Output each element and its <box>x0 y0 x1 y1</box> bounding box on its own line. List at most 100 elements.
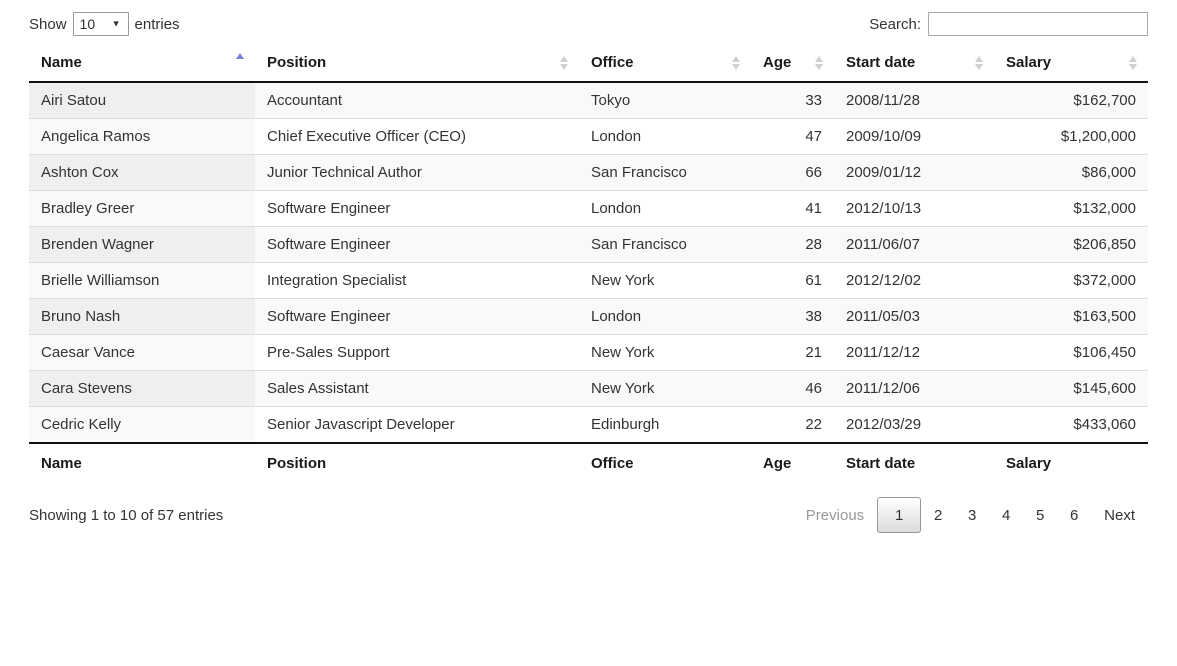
table-row[interactable]: Bradley Greer Software Engineer London 41 20… <box>29 190 1148 227</box>
cell-salary: $163,500 <box>994 298 1148 335</box>
table-row[interactable]: Angelica Ramos Chief Executive Officer (C… <box>29 118 1148 155</box>
cell-salary: $106,450 <box>994 334 1148 371</box>
cell-office: San Francisco <box>579 226 751 263</box>
cell-salary: $206,850 <box>994 226 1148 263</box>
cell-office: San Francisco <box>579 154 751 191</box>
cell-age: 22 <box>751 406 834 443</box>
sort-none-icon <box>560 56 569 70</box>
pagination-page-5[interactable]: 5 <box>1023 500 1057 530</box>
column-header-age[interactable]: Age <box>751 44 834 83</box>
cell-office: New York <box>579 370 751 407</box>
sort-none-icon <box>815 56 824 70</box>
cell-salary: $132,000 <box>994 190 1148 227</box>
cell-position: Junior Technical Author <box>255 154 579 191</box>
column-header-office[interactable]: Office <box>579 44 751 83</box>
employees-table: Name Position Office Age Start date Salary Ai… <box>29 44 1148 483</box>
cell-position: Software Engineer <box>255 298 579 335</box>
pagination-page-1[interactable]: 1 <box>877 497 922 533</box>
search-input[interactable] <box>928 12 1148 36</box>
cell-name: Brenden Wagner <box>29 226 255 263</box>
cell-age: 38 <box>751 298 834 335</box>
column-header-name[interactable]: Name <box>29 44 255 83</box>
cell-office: Tokyo <box>579 82 751 119</box>
footer-column-label: Position <box>255 442 579 483</box>
column-header-label: Age <box>763 54 792 71</box>
footer-column-label: Office <box>579 442 751 483</box>
cell-office: London <box>579 118 751 155</box>
cell-position: Senior Javascript Developer <box>255 406 579 443</box>
cell-name: Brielle Williamson <box>29 262 255 299</box>
pagination-page-2[interactable]: 2 <box>921 500 955 530</box>
column-header-salary[interactable]: Salary <box>994 44 1148 83</box>
cell-age: 41 <box>751 190 834 227</box>
cell-position: Software Engineer <box>255 190 579 227</box>
footer-column-label: Salary <box>994 442 1148 483</box>
sort-none-icon <box>975 56 984 70</box>
table-row[interactable]: Bruno Nash Software Engineer London 38 2011/… <box>29 298 1148 335</box>
cell-name: Bradley Greer <box>29 190 255 227</box>
cell-position: Pre-Sales Support <box>255 334 579 371</box>
cell-position: Sales Assistant <box>255 370 579 407</box>
cell-position: Chief Executive Officer (CEO) <box>255 118 579 155</box>
table-row[interactable]: Cedric Kelly Senior Javascript Developer E… <box>29 406 1148 443</box>
cell-start: 2008/11/28 <box>834 82 994 119</box>
cell-age: 28 <box>751 226 834 263</box>
cell-age: 21 <box>751 334 834 371</box>
cell-start: 2011/06/07 <box>834 226 994 263</box>
pagination-previous[interactable]: Previous <box>793 500 877 530</box>
table-row[interactable]: Caesar Vance Pre-Sales Support New York 21 2… <box>29 334 1148 371</box>
cell-office: London <box>579 298 751 335</box>
cell-start: 2012/12/02 <box>834 262 994 299</box>
cell-office: London <box>579 190 751 227</box>
cell-salary: $433,060 <box>994 406 1148 443</box>
cell-office: Edinburgh <box>579 406 751 443</box>
footer-column-label: Start date <box>834 442 994 483</box>
cell-salary: $372,000 <box>994 262 1148 299</box>
cell-name: Bruno Nash <box>29 298 255 335</box>
cell-name: Cedric Kelly <box>29 406 255 443</box>
column-header-position[interactable]: Position <box>255 44 579 83</box>
cell-age: 61 <box>751 262 834 299</box>
cell-position: Integration Specialist <box>255 262 579 299</box>
page-length-select[interactable]: 102550100 <box>72 12 129 36</box>
pagination-page-6[interactable]: 6 <box>1057 500 1091 530</box>
cell-start: 2011/12/06 <box>834 370 994 407</box>
footer-column-label: Name <box>29 442 255 483</box>
cell-start: 2012/03/29 <box>834 406 994 443</box>
table-row[interactable]: Ashton Cox Junior Technical Author San Fra… <box>29 154 1148 191</box>
sort-none-icon <box>1129 56 1138 70</box>
pagination-page-4[interactable]: 4 <box>989 500 1023 530</box>
cell-office: New York <box>579 262 751 299</box>
cell-name: Angelica Ramos <box>29 118 255 155</box>
cell-age: 66 <box>751 154 834 191</box>
cell-salary: $145,600 <box>994 370 1148 407</box>
page-length-control: Show 102550100 ▼ entries <box>29 12 180 36</box>
cell-start: 2011/05/03 <box>834 298 994 335</box>
cell-age: 47 <box>751 118 834 155</box>
table-body: Airi Satou Accountant Tokyo 33 2008/11/28 $16… <box>29 82 1148 443</box>
column-header-label: Salary <box>1006 54 1052 71</box>
table-header-row: Name Position Office Age Start date Salary <box>29 44 1148 83</box>
footer-column-label: Age <box>751 442 834 483</box>
page-length-select-shell[interactable]: 102550100 ▼ <box>72 12 129 36</box>
datatable-topbar: Show 102550100 ▼ entries Search: <box>29 0 1148 44</box>
cell-salary: $1,200,000 <box>994 118 1148 155</box>
table-footer-row: Name Position Office Age Start date Salary <box>29 442 1148 483</box>
pagination-next[interactable]: Next <box>1091 500 1148 530</box>
table-row[interactable]: Cara Stevens Sales Assistant New York 46 201… <box>29 370 1148 407</box>
table-row[interactable]: Airi Satou Accountant Tokyo 33 2008/11/28 $16… <box>29 82 1148 119</box>
table-row[interactable]: Brielle Williamson Integration Specialist… <box>29 262 1148 299</box>
cell-salary: $162,700 <box>994 82 1148 119</box>
table-info: Showing 1 to 10 of 57 entries <box>29 506 224 524</box>
cell-start: 2009/10/09 <box>834 118 994 155</box>
column-header-start[interactable]: Start date <box>834 44 994 83</box>
table-row[interactable]: Brenden Wagner Software Engineer San Franc… <box>29 226 1148 263</box>
pagination: Previous 1 2 3 4 5 6 Next <box>793 497 1148 533</box>
cell-start: 2011/12/12 <box>834 334 994 371</box>
cell-office: New York <box>579 334 751 371</box>
sort-none-icon <box>732 56 741 70</box>
cell-position: Accountant <box>255 82 579 119</box>
pagination-page-3[interactable]: 3 <box>955 500 989 530</box>
page-length-suffix-label: entries <box>134 15 180 33</box>
cell-age: 33 <box>751 82 834 119</box>
